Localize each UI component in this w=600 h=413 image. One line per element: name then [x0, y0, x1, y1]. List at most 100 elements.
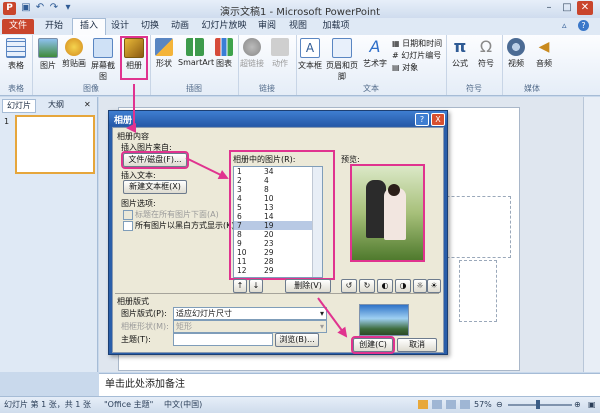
tab-file[interactable]: 文件 [2, 19, 34, 34]
brightness-up-button[interactable]: ☼ [413, 279, 427, 293]
wordart-button[interactable]: A 艺术字 [362, 38, 388, 78]
black-white-checkbox[interactable] [123, 221, 133, 231]
clipart-icon [65, 38, 83, 56]
theme-input[interactable] [173, 333, 273, 346]
hyperlink-button[interactable]: 超链接 [240, 38, 264, 78]
table-icon [6, 38, 26, 58]
file-disk-button[interactable]: 文件/磁盘(F)... [121, 151, 189, 169]
picture-button[interactable]: 图片 [36, 38, 60, 78]
zoom-out-icon[interactable]: ⊖ [496, 397, 503, 413]
rotate-right-icon: ↻ [363, 281, 371, 290]
list-item[interactable]: 8 20 [234, 230, 322, 239]
shapes-button[interactable]: 形状 [152, 38, 176, 78]
tab-slideshow[interactable]: 幻灯片放映 [198, 19, 250, 34]
list-item[interactable]: 38 [234, 185, 322, 194]
close-icon[interactable]: ✕ [577, 1, 593, 15]
list-item[interactable]: 10 29 [234, 248, 322, 257]
table-button[interactable]: 表格 [4, 38, 28, 78]
object-button[interactable]: ▤ 对象 [392, 62, 418, 73]
list-item[interactable]: 4 10 [234, 194, 322, 203]
header-footer-button[interactable]: 页眉和页脚 [324, 38, 360, 81]
create-button[interactable]: 创建(C) [351, 336, 395, 354]
remove-button[interactable]: 删除(V) [285, 279, 331, 293]
tab-outline[interactable]: 大纲 [44, 99, 68, 111]
slide-number-icon: # [392, 51, 399, 60]
slide-number-button[interactable]: # 幻灯片编号 [392, 50, 441, 61]
symbol-button[interactable]: Ω 符号 [474, 38, 498, 78]
move-down-button[interactable]: ↓ [249, 279, 263, 293]
tab-transitions[interactable]: 切换 [136, 19, 164, 34]
tab-insert[interactable]: 插入 [72, 18, 106, 36]
action-button[interactable]: 动作 [268, 38, 292, 78]
list-item[interactable]: 12 29 [234, 266, 322, 275]
subtitle-placeholder[interactable] [459, 260, 497, 322]
layout-preview [359, 304, 409, 336]
slide-thumbnail[interactable] [15, 115, 95, 174]
video-button[interactable]: 视频 [504, 38, 528, 78]
zoom-slider[interactable] [508, 404, 572, 406]
equation-button[interactable]: π 公式 [448, 38, 472, 78]
new-textbox-button[interactable]: 新建文本框(X) [123, 180, 187, 194]
list-item[interactable]: 1 34 [234, 167, 322, 176]
window-title: 演示文稿1 - Microsoft PowerPoint [219, 7, 381, 18]
tab-addins[interactable]: 加载项 [318, 19, 354, 34]
list-item[interactable]: 5 13 [234, 203, 322, 212]
list-item[interactable]: 24 [234, 176, 322, 185]
minimize-icon[interactable]: – [541, 1, 557, 15]
contrast-up-button[interactable]: ◐ [377, 279, 393, 293]
tab-slides[interactable]: 幻灯片 [2, 99, 36, 113]
reading-view-icon[interactable] [446, 400, 456, 409]
move-up-button[interactable]: ↑ [233, 279, 247, 293]
tab-review[interactable]: 审阅 [253, 19, 281, 34]
browse-button[interactable]: 浏览(B)... [275, 333, 319, 347]
contrast-down-button[interactable]: ◑ [395, 279, 411, 293]
slides-pane: 幻灯片 大纲 ✕ 1 [0, 97, 98, 372]
audio-button[interactable]: ◀ 音频 [532, 38, 556, 78]
frame-shape-select[interactable]: 矩形 ▾ [173, 320, 327, 333]
list-item[interactable]: 7 19 [234, 221, 322, 230]
list-item-name: 28 [264, 257, 274, 266]
zoom-thumb[interactable] [536, 400, 540, 409]
brightness-down-button[interactable]: ☀ [427, 279, 441, 293]
shapes-icon [155, 38, 173, 56]
notes-pane[interactable]: 单击此处添加备注 [99, 373, 600, 396]
screenshot-button[interactable]: 屏幕截图 [88, 38, 118, 81]
datetime-button[interactable]: ▦ 日期和时间 [392, 38, 442, 49]
screenshot-icon [93, 38, 113, 58]
sorter-view-icon[interactable] [432, 400, 442, 409]
fit-window-icon[interactable]: ▣ [588, 397, 596, 413]
minimize-ribbon-icon[interactable]: ▵ [562, 21, 567, 31]
zoom-in-icon[interactable]: ⊕ [574, 397, 581, 413]
maximize-icon[interactable]: □ [559, 1, 575, 15]
textbox-button[interactable]: A 文本框 [298, 38, 322, 78]
help-icon[interactable]: ? [415, 113, 429, 126]
captions-checkbox[interactable] [123, 210, 133, 220]
language-indicator[interactable]: 中文(中国) [164, 397, 202, 413]
clipart-button[interactable]: 剪贴画 [62, 38, 86, 78]
list-scrollbar[interactable] [312, 167, 322, 277]
album-button[interactable]: 相册 [120, 36, 148, 80]
contrast-icon: ◐ [381, 281, 389, 290]
list-item[interactable]: 11 28 [234, 257, 322, 266]
smartart-button[interactable]: SmartArt [178, 38, 214, 78]
chevron-down-icon: ▾ [319, 309, 324, 318]
slideshow-view-icon[interactable] [460, 400, 470, 409]
normal-view-icon[interactable] [418, 400, 428, 409]
help-icon[interactable]: ? [578, 20, 589, 31]
cancel-button[interactable]: 取消 [397, 338, 437, 352]
chart-button[interactable]: 图表 [212, 38, 236, 78]
zoom-level[interactable]: 57% [474, 397, 492, 413]
tab-design[interactable]: 设计 [106, 19, 134, 34]
close-icon[interactable]: X [431, 113, 445, 126]
list-item[interactable]: 9 23 [234, 239, 322, 248]
album-pictures-list[interactable]: 1 34 2 4 3 8 4 10 5 13 6 14 7 19 8 20 9 23 10 29 11 28 12 29 [233, 166, 323, 278]
tab-animations[interactable]: 动画 [166, 19, 194, 34]
picture-layout-select[interactable]: 适应幻灯片尺寸 ▾ [173, 307, 327, 320]
rotate-right-button[interactable]: ↻ [359, 279, 375, 293]
vertical-scrollbar[interactable] [583, 97, 600, 372]
list-item[interactable]: 6 14 [234, 212, 322, 221]
rotate-left-button[interactable]: ↺ [341, 279, 357, 293]
close-pane-icon[interactable]: ✕ [84, 100, 91, 109]
tab-view[interactable]: 视图 [284, 19, 312, 34]
tab-home[interactable]: 开始 [38, 19, 70, 34]
